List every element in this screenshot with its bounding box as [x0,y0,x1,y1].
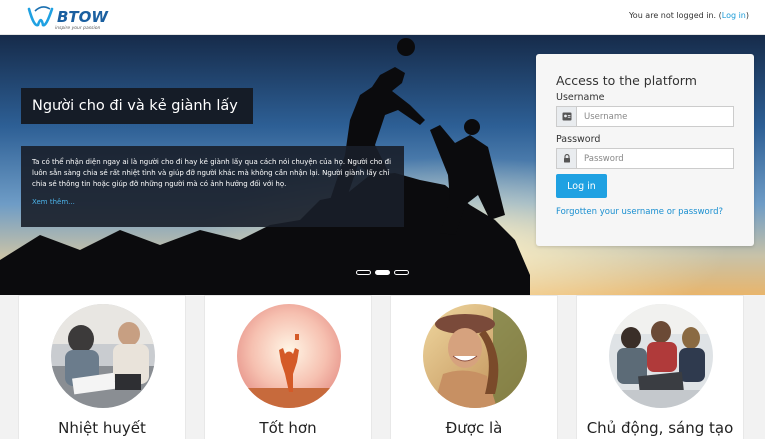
slide-indicator-3[interactable] [394,270,409,275]
logo-text: BTOW [57,8,109,26]
password-label: Password [556,134,601,145]
username-input[interactable] [578,107,733,126]
hero-description: Ta có thể nhận diện ngay ai là người cho… [32,158,392,188]
login-status: You are not logged in. (Log in) [629,11,749,20]
feature-card-title: Tốt hơn [259,419,317,437]
login-status-prefix: You are not logged in. ( [628,11,722,20]
hero-title: Người cho đi và kẻ giành lấy [21,88,253,124]
slide-indicator-2[interactable] [375,270,390,275]
password-group [556,148,734,169]
hero-description-panel: Ta có thể nhận diện ngay ai là người cho… [21,146,404,227]
feature-card-2[interactable]: Tốt hơn [204,295,372,439]
username-label: Username [556,92,605,103]
team-meeting-photo [51,304,155,408]
user-icon [557,107,577,126]
login-status-suffix: ) [745,11,749,20]
site-logo[interactable]: BTOW inspire your passion [26,5,126,31]
login-panel: Access to the platform Username Password… [536,54,754,246]
login-button[interactable]: Log in [556,174,607,198]
top-bar: BTOW inspire your passion You are not lo… [0,0,765,35]
forgot-password-link[interactable]: Forgotten your username or password? [556,207,723,217]
logo-mark: BTOW inspire your passion [27,6,109,31]
slide-indicator-1[interactable] [356,270,371,275]
username-group [556,106,734,127]
password-input[interactable] [578,149,733,168]
laughing-woman-photo [423,304,527,408]
read-more-link[interactable]: Xem thêm... [32,198,393,206]
login-heading: Access to the platform [556,73,697,88]
feature-card-3[interactable]: Được là [390,295,558,439]
sunset-victory-photo [237,304,341,408]
lock-icon [557,149,577,168]
header-login-link[interactable]: Log in [722,11,746,20]
logo-tagline: inspire your passion [55,25,100,31]
feature-card-title: Chủ động, sáng tạo [586,419,734,437]
feature-card-1[interactable]: Nhiệt huyết [18,295,186,439]
feature-card-title: Được là [445,419,503,437]
feature-card-title: Nhiệt huyết [58,419,146,437]
feature-card-4[interactable]: Chủ động, sáng tạo [576,295,744,439]
slider-indicators [356,270,412,276]
team-laptop-photo [609,304,713,408]
